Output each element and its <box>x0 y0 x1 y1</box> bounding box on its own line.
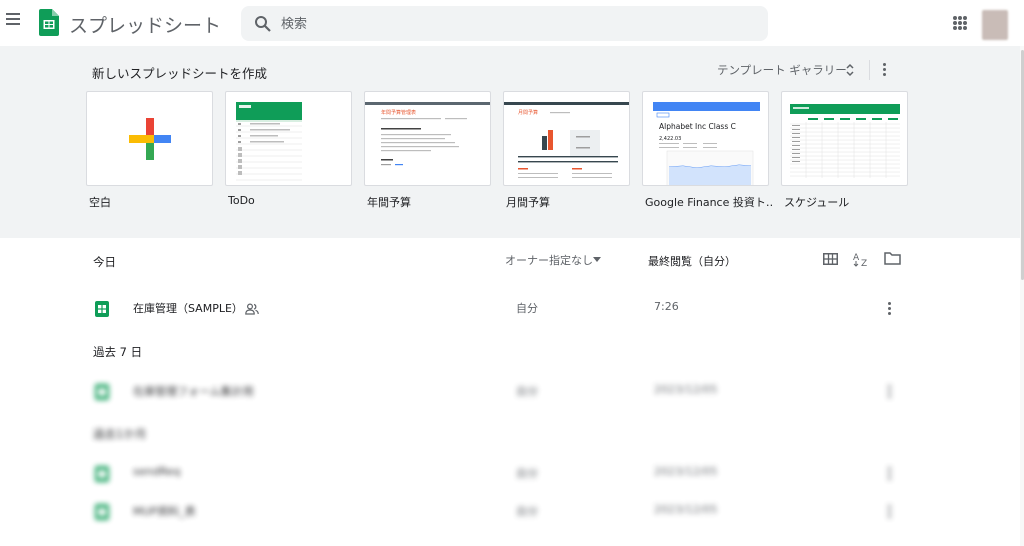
template-label-todo[interactable]: ToDo <box>228 194 255 207</box>
template-section-heading: 新しいスプレッドシートを作成 <box>92 66 268 81</box>
template-label-schedule[interactable]: スケジュール <box>784 194 849 210</box>
sort-label[interactable]: 最終閲覧（自分） <box>648 253 736 269</box>
unfold-more-icon[interactable] <box>845 63 855 77</box>
monthly-budget-thumbnail: 月間予算 <box>504 102 629 178</box>
section-label-today: 今日 <box>93 255 116 269</box>
annual-budget-thumbnail: 年間予算管理表 <box>365 102 490 166</box>
template-label-monthly-budget[interactable]: 月間予算 <box>506 194 550 210</box>
sheets-logo-icon[interactable] <box>39 9 59 36</box>
file-row[interactable]: 在庫管理フォーム集計用 自分 2023/12/05 <box>82 374 908 410</box>
file-row[interactable]: MUP資料_表 自分 2023/12/05 <box>82 494 908 530</box>
template-label-annual-budget[interactable]: 年間予算 <box>367 194 411 210</box>
search-input[interactable] <box>281 14 741 34</box>
file-last-opened: 7:26 <box>654 300 679 313</box>
owner-filter-dropdown[interactable]: オーナー指定なし <box>505 252 593 268</box>
template-card-finance[interactable]: Alphabet Inc Class C 2,422.03 <box>642 91 769 186</box>
template-section: 新しいスプレッドシートを作成 テンプレート ギャラリー 空白 ToDo 年間予算… <box>0 46 1020 238</box>
sort-az-icon[interactable]: A Z <box>853 251 870 267</box>
schedule-thumbnail <box>790 104 900 178</box>
finance-thumbnail: Alphabet Inc Class C 2,422.03 <box>653 102 760 185</box>
template-card-annual-budget[interactable]: 年間予算管理表 <box>364 91 491 186</box>
file-row[interactable]: sendReq 自分 2023/12/05 <box>82 456 908 492</box>
shared-people-icon <box>245 303 259 315</box>
file-name[interactable]: 在庫管理フォーム集計用 <box>133 383 254 399</box>
account-avatar[interactable] <box>982 10 1008 40</box>
file-name[interactable]: sendReq <box>133 465 180 478</box>
main-menu-icon[interactable] <box>6 13 22 27</box>
top-app-bar: スプレッドシート <box>0 0 1024 46</box>
grid-view-icon[interactable] <box>823 253 838 265</box>
search-bar[interactable] <box>241 6 768 41</box>
template-more-icon[interactable] <box>883 63 887 77</box>
divider <box>869 60 870 80</box>
file-more-icon[interactable] <box>888 467 891 482</box>
app-title[interactable]: スプレッドシート <box>69 11 221 38</box>
annual-budget-thumb-title: 年間予算管理表 <box>381 109 416 116</box>
template-card-todo[interactable] <box>225 91 352 186</box>
file-row[interactable]: 在庫管理（SAMPLE） 自分 7:26 <box>82 291 908 327</box>
template-label-blank[interactable]: 空白 <box>89 194 111 210</box>
template-gallery-button[interactable]: テンプレート ギャラリー <box>717 62 847 78</box>
search-icon[interactable] <box>254 15 272 33</box>
finance-thumb-value: 2,422.03 <box>659 136 681 142</box>
file-owner: 自分 <box>516 467 538 480</box>
file-more-icon[interactable] <box>888 505 891 520</box>
google-apps-icon[interactable] <box>953 16 967 30</box>
file-last-opened: 2023/12/05 <box>654 465 718 478</box>
sheets-file-icon <box>95 466 109 482</box>
template-card-schedule[interactable] <box>781 91 908 186</box>
section-label-earlier: 過去1か月 <box>93 427 147 441</box>
svg-text:Z: Z <box>861 259 867 267</box>
section-label-past-7-days: 過去 7 日 <box>93 345 143 359</box>
monthly-budget-thumb-title: 月間予算 <box>518 109 538 116</box>
folder-icon[interactable] <box>884 252 901 265</box>
file-owner: 自分 <box>516 302 538 315</box>
file-name[interactable]: MUP資料_表 <box>133 503 196 519</box>
file-more-icon[interactable] <box>888 385 891 400</box>
file-name[interactable]: 在庫管理（SAMPLE） <box>133 300 243 316</box>
file-last-opened: 2023/12/05 <box>654 503 718 516</box>
file-more-icon[interactable] <box>888 302 891 317</box>
sheets-file-icon <box>95 384 109 400</box>
dropdown-arrow-icon[interactable] <box>593 257 601 262</box>
todo-thumbnail <box>236 102 302 181</box>
file-owner: 自分 <box>516 505 538 518</box>
file-owner: 自分 <box>516 385 538 398</box>
finance-thumb-title: Alphabet Inc Class C <box>659 122 736 131</box>
template-label-finance[interactable]: Google Finance 投資ト… <box>645 194 773 210</box>
template-card-monthly-budget[interactable]: 月間予算 <box>503 91 630 186</box>
plus-icon <box>129 118 171 160</box>
file-last-opened: 2023/12/05 <box>654 383 718 396</box>
sheets-file-icon <box>95 301 109 317</box>
template-card-blank[interactable] <box>86 91 213 186</box>
sheets-file-icon <box>95 504 109 520</box>
